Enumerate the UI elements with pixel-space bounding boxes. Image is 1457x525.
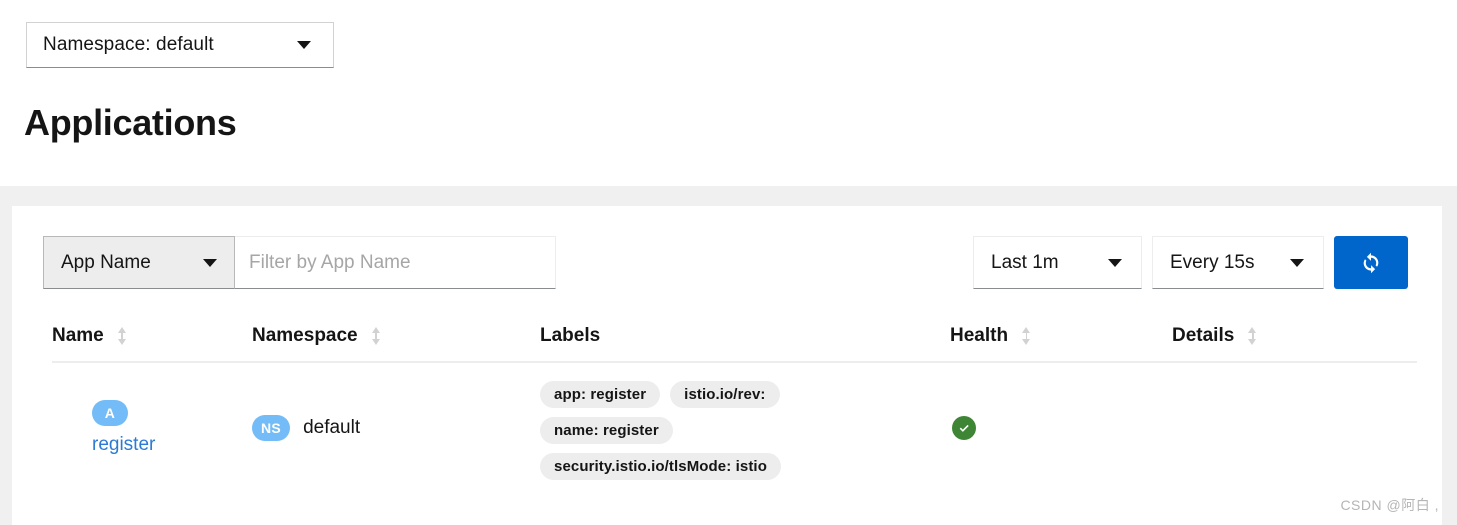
duration-label: Last 1m — [991, 251, 1059, 273]
table-toolbar: App Name Last 1m Every 15s — [12, 206, 1442, 296]
refresh-button[interactable] — [1334, 236, 1408, 289]
sort-updown-icon[interactable] — [1022, 326, 1031, 346]
page-left-gutter — [0, 206, 12, 525]
namespace-selector[interactable]: Namespace: default — [26, 22, 334, 68]
chevron-down-icon — [1108, 258, 1122, 267]
chevron-down-icon — [1290, 258, 1304, 267]
chevron-down-icon — [203, 258, 217, 267]
column-header-namespace[interactable]: Namespace — [252, 325, 540, 347]
cell-namespace: NS default — [252, 415, 540, 441]
column-header-namespace-label: Namespace — [252, 325, 358, 346]
chevron-down-icon — [297, 41, 311, 49]
namespace-name: default — [303, 417, 361, 438]
column-header-labels-label: Labels — [540, 325, 601, 346]
label-row: name: register — [540, 416, 673, 444]
applications-table: Name Namespace Labels Health Details A r… — [52, 311, 1417, 487]
namespace-badge: NS — [252, 415, 291, 441]
duration-dropdown[interactable]: Last 1m — [973, 236, 1142, 289]
label-chip[interactable]: security.istio.io/tlsMode: istio — [540, 452, 781, 480]
label-row: app: register istio.io/rev: — [540, 380, 780, 408]
column-header-health-label: Health — [950, 325, 1009, 346]
label-chip[interactable]: app: register — [540, 380, 661, 408]
filter-type-dropdown[interactable]: App Name — [43, 236, 235, 289]
filter-input[interactable] — [235, 236, 556, 289]
cell-labels: app: register istio.io/rev: name: regist… — [540, 377, 950, 480]
label-chip[interactable]: name: register — [540, 416, 673, 444]
column-header-labels: Labels — [540, 325, 950, 347]
filter-group: App Name — [43, 236, 556, 289]
cell-health — [950, 416, 1172, 440]
sync-refresh-icon — [1363, 252, 1379, 273]
sort-updown-icon[interactable] — [117, 326, 127, 346]
watermark: CSDN @阿白 , — [1340, 497, 1439, 513]
application-link[interactable]: register — [92, 434, 155, 456]
refresh-interval-dropdown[interactable]: Every 15s — [1152, 236, 1324, 289]
page-right-gutter — [1442, 206, 1457, 525]
label-chip[interactable]: istio.io/rev: — [670, 380, 780, 408]
table-header-row: Name Namespace Labels Health Details — [52, 311, 1417, 363]
refresh-interval-label: Every 15s — [1170, 251, 1255, 273]
label-row: security.istio.io/tlsMode: istio — [540, 452, 781, 480]
sort-updown-icon[interactable] — [371, 326, 381, 346]
applications-card: App Name Last 1m Every 15s — [12, 206, 1442, 525]
filter-type-label: App Name — [61, 251, 151, 273]
table-row: A register NS default app: register isti… — [52, 363, 1417, 487]
cell-name: A register — [52, 400, 252, 456]
column-header-details[interactable]: Details — [1172, 325, 1417, 347]
page-title: Applications — [24, 102, 237, 143]
column-header-name[interactable]: Name — [52, 325, 252, 347]
namespace-selector-label: Namespace: default — [43, 34, 214, 55]
toolbar-right-controls: Last 1m Every 15s — [973, 236, 1408, 289]
section-divider-band — [0, 186, 1457, 206]
check-circle-icon[interactable] — [952, 416, 976, 440]
check-glyph — [959, 424, 969, 432]
column-header-name-label: Name — [52, 325, 104, 346]
application-badge: A — [92, 400, 128, 426]
column-header-details-label: Details — [1172, 325, 1235, 346]
sort-updown-icon[interactable] — [1248, 326, 1257, 346]
column-header-health[interactable]: Health — [950, 325, 1172, 347]
top-bar: Namespace: default Applications — [0, 0, 1457, 186]
